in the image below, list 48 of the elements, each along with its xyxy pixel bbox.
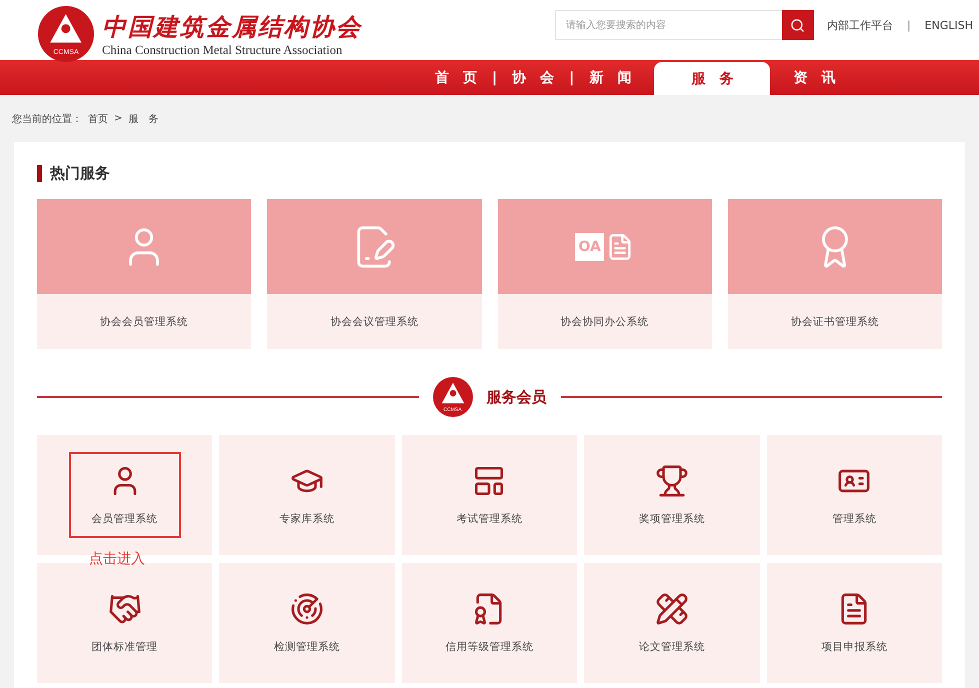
section-title: 热门服务 [50,164,110,183]
tile-label: 奖项管理系统 [638,512,705,526]
top-link[interactable]: ENGLISH [924,18,973,32]
nav-separator: | [492,68,498,88]
tile-label: 检测管理系统 [274,640,340,654]
nav-tab[interactable]: 资 讯 [778,60,850,95]
nav-tab[interactable]: 新 闻 [574,60,646,95]
section-title: 服务会员 [486,388,546,406]
service-tile[interactable]: 专家库系统 [219,435,395,555]
nav-tab[interactable]: 服 务 [654,62,770,95]
service-tile[interactable]: 论文管理系统 [584,563,760,683]
association-name: 中国建筑金属结构协会 [102,10,362,42]
radar-icon [290,592,324,626]
search-field[interactable]: 请输入您要搜索的内容 [554,10,782,40]
trophy-icon [654,464,689,498]
service-tile[interactable]: 信用等级管理系统 [402,563,578,683]
service-tile[interactable]: 奖项管理系统 [584,435,760,555]
title-bar-mark [37,165,42,182]
service-tile[interactable]: 管理系统 [766,435,942,555]
service-tile[interactable]: 项目申报系统 [766,563,942,683]
tile-label: 论文管理系统 [638,640,705,654]
card-label: 协会会议管理系统 [330,314,418,328]
handshake-icon [108,592,142,626]
breadcrumb-label: 您当前的位置： [12,112,82,126]
tile-label: 信用等级管理系统 [445,640,534,654]
link-separator: | [906,18,911,32]
tile-label: 团体标准管理 [92,640,158,654]
tile-label: 专家库系统 [280,512,335,526]
service-tile[interactable]: 检测管理系统 [219,563,395,683]
tile-label: 会员管理系统 [92,512,158,526]
breadcrumb-link[interactable]: 首页 [88,112,108,126]
tile-label: 管理系统 [832,512,876,526]
breadcrumb-separator: > [114,113,122,124]
breadcrumb-link[interactable]: 服 务 [128,112,158,126]
card-label: 协会会员管理系统 [100,314,188,328]
association-english-name: China Construction Metal Structure Association [102,42,344,58]
card-label: 协会协同办公系统 [560,314,649,328]
tile-label: 考试管理系统 [456,512,522,526]
nav-tab[interactable]: 协 会 [497,60,570,95]
nav-separator: | [569,68,574,88]
service-tile[interactable]: 考试管理系统 [402,435,578,555]
search-icon [790,18,806,32]
search-button[interactable] [782,10,814,40]
top-link[interactable]: 内部工作平台 [826,18,893,32]
pencil-ruler-icon [654,592,689,626]
tile-label: 项目申报系统 [821,640,888,654]
card-label: 协会证书管理系统 [790,314,879,328]
nav-tab[interactable]: 首 页 [420,60,492,95]
